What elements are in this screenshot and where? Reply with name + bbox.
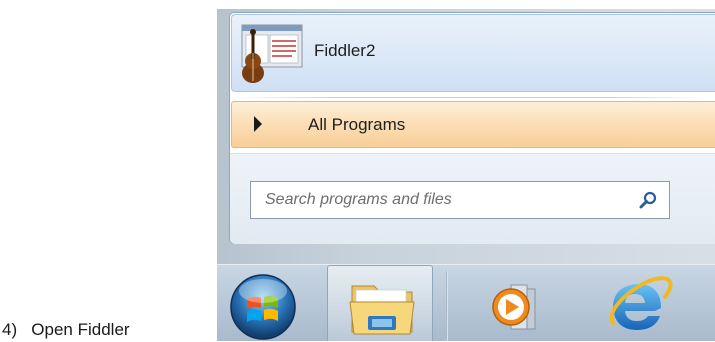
step-number: 4) bbox=[2, 320, 18, 339]
all-programs-button[interactable]: All Programs bbox=[231, 101, 715, 148]
taskbar bbox=[217, 264, 715, 341]
menu-separator bbox=[236, 97, 706, 98]
taskbar-item-windows-explorer[interactable] bbox=[327, 265, 433, 341]
taskbar-divider bbox=[446, 271, 448, 341]
step-label: Open Fiddler bbox=[31, 320, 130, 339]
search-input[interactable] bbox=[251, 182, 631, 218]
all-programs-label: All Programs bbox=[308, 115, 406, 134]
triangle-right-icon bbox=[254, 116, 262, 132]
taskbar-item-windows-media-player[interactable] bbox=[467, 265, 567, 341]
magnifier-icon[interactable] bbox=[639, 191, 657, 209]
media-player-icon bbox=[492, 284, 536, 330]
folder-icon bbox=[349, 285, 415, 335]
ie-logo-icon bbox=[609, 276, 673, 330]
search-area bbox=[230, 153, 715, 244]
pinned-program-label: Fiddler2 bbox=[314, 41, 376, 60]
windows-logo-icon[interactable] bbox=[223, 269, 303, 341]
start-menu: Fiddler2 All Programs bbox=[229, 12, 715, 244]
instruction-text: 4) Open Fiddler bbox=[2, 320, 130, 340]
search-box[interactable] bbox=[250, 181, 670, 219]
fiddler-violin-icon bbox=[241, 24, 303, 83]
pinned-program-fiddler2[interactable]: Fiddler2 bbox=[231, 14, 715, 92]
taskbar-item-internet-explorer[interactable] bbox=[587, 265, 697, 341]
